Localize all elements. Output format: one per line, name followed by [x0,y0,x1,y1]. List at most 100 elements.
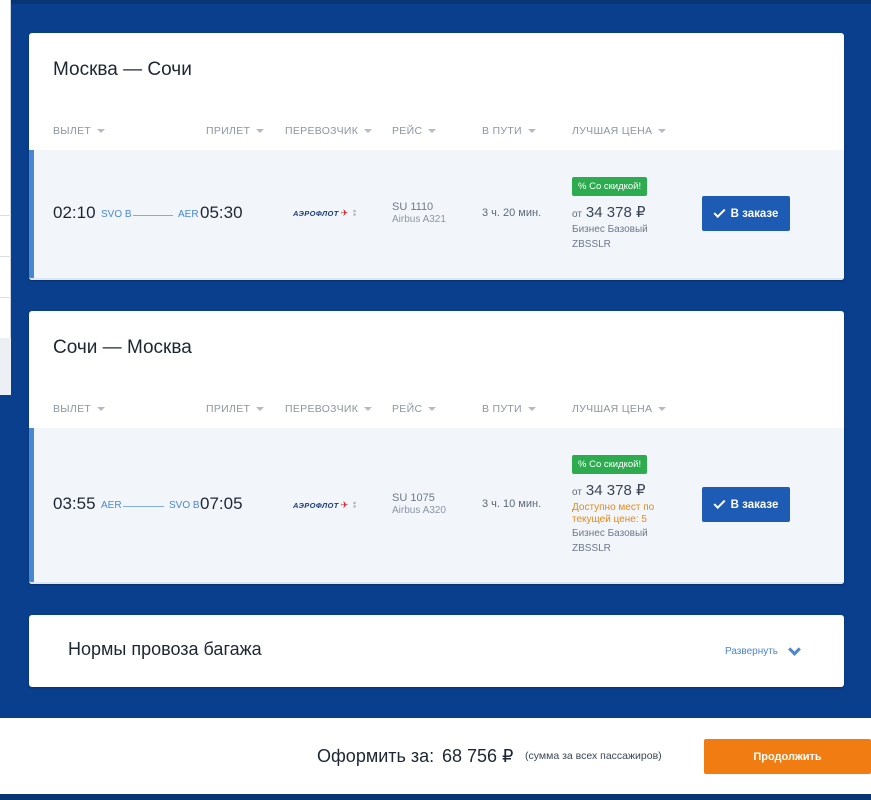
price-prefix: от [572,487,582,498]
arrival-time: 05:30 [200,203,243,222]
caret-down-icon [97,129,106,133]
column-header-label: ЛУЧШАЯ ЦЕНА [572,125,653,137]
aeroflot-logo: АЭРОФЛОТ ✈ ⁑ [293,208,357,219]
column-header-label: В ПУТИ [482,403,522,415]
sort-arrival[interactable]: ПРИЛЕТ [206,403,265,415]
caret-down-icon [428,129,437,133]
departure-time: 02:10 [53,203,96,222]
caret-down-icon [364,129,373,133]
fare-code: ZBSSLR [572,239,611,250]
departure-time: 03:55 [53,494,96,513]
departure-airport: SVO B [101,209,132,220]
flight-duration: 3 ч. 20 мин. [482,207,542,219]
checkout-footer: Оформить за: 68 756 ₽ (сумма за всех пас… [0,718,871,794]
price: от 34 378 ₽ [572,481,646,499]
caret-down-icon [428,407,437,411]
left-sidebar-edge [0,0,11,395]
flight-segment-card: Сочи — Москва ВЫЛЕТ ПРИЛЕТ ПЕРЕВОЗЧИК РЕ… [29,311,844,584]
column-header-label: ВЫЛЕТ [53,403,92,415]
in-order-button-label: В заказе [730,207,779,220]
sort-arrival[interactable]: ПРИЛЕТ [206,125,265,137]
arrival-airport: AER [178,209,199,220]
selected-accent [29,150,34,278]
column-header-label: ПЕРЕВОЗЧИК [285,403,359,415]
check-icon [713,205,726,219]
continue-button[interactable]: Продолжить [704,739,871,774]
seats-available-note: Доступно мест по текущей цене: 5 [572,502,655,525]
column-header-label: В ПУТИ [482,125,522,137]
column-header-label: ВЫЛЕТ [53,125,92,137]
column-header-label: ПРИЛЕТ [206,125,251,137]
discount-badge: % Со скидкой! [572,177,648,196]
wing-icon: ✈ [340,208,349,218]
in-order-button[interactable]: В заказе [702,487,790,522]
arrival-airport: SVO B [169,500,200,511]
in-order-button[interactable]: В заказе [702,196,790,231]
caret-down-icon [527,407,536,411]
column-header-label: РЕЙС [392,125,423,137]
column-header-label: ПРИЛЕТ [206,403,251,415]
skyteam-icon: ⁑ [352,209,358,218]
sort-best-price[interactable]: ЛУЧШАЯ ЦЕНА [572,125,667,137]
flight-number: SU 1075 [392,492,435,504]
caret-down-icon [527,129,536,133]
sort-flight[interactable]: РЕЙС [392,403,437,415]
total-note: (сумма за всех пассажиров) [525,750,662,762]
price-prefix: от [572,209,582,220]
discount-badge: % Со скидкой! [572,455,648,474]
baggage-rules-panel[interactable]: Нормы провоза багажа Развернуть [29,615,844,687]
chevron-down-icon [788,642,801,656]
price-amount: 34 378 ₽ [585,204,646,221]
carrier-logo-text: АЭРОФЛОТ [293,501,339,510]
caret-down-icon [256,129,265,133]
caret-down-icon [256,407,265,411]
arrival-time: 07:05 [200,494,243,513]
column-header-label: ЛУЧШАЯ ЦЕНА [572,403,653,415]
caret-down-icon [658,407,667,411]
sort-flight[interactable]: РЕЙС [392,125,437,137]
sort-carrier[interactable]: ПЕРЕВОЗЧИК [285,403,373,415]
caret-down-icon [364,407,373,411]
route-line [133,215,173,216]
sort-departure[interactable]: ВЫЛЕТ [53,403,106,415]
aircraft-type: Airbus A320 [392,505,446,516]
fare-name: Бизнес Базовый [572,224,648,235]
flight-row[interactable]: 03:55 AER SVO B 07:05 АЭРОФЛОТ ✈ ⁑ SU 1075… [29,428,844,584]
sidebar-gray-block [0,338,11,395]
total-label: Оформить за: [317,746,435,766]
top-border [0,0,871,4]
aeroflot-logo: АЭРОФЛОТ ✈ ⁑ [293,500,357,511]
column-header-label: ПЕРЕВОЗЧИК [285,125,359,137]
price-amount: 34 378 ₽ [585,482,646,499]
flight-duration: 3 ч. 10 мин. [482,498,542,510]
price: от 34 378 ₽ [572,203,646,221]
divider [0,215,11,216]
divider [0,297,11,298]
caret-down-icon [658,129,667,133]
in-order-button-label: В заказе [730,498,779,511]
column-header-label: РЕЙС [392,403,423,415]
fare-code: ZBSSLR [572,543,611,554]
skyteam-icon: ⁑ [352,501,358,510]
expand-label: Развернуть [725,646,779,657]
route-line [123,506,164,507]
selected-accent [29,428,34,582]
divider [0,256,11,257]
sort-best-price[interactable]: ЛУЧШАЯ ЦЕНА [572,403,667,415]
total-amount: 68 756 ₽ [442,746,514,766]
flight-row[interactable]: 02:10 SVO B AER 05:30 АЭРОФЛОТ ✈ ⁑ SU 1110… [29,150,844,280]
bottom-border [0,794,871,800]
carrier-logo-text: АЭРОФЛОТ [293,209,339,218]
sort-duration[interactable]: В ПУТИ [482,125,536,137]
sort-duration[interactable]: В ПУТИ [482,403,536,415]
segment-title: Сочи — Москва [53,337,192,358]
flight-number: SU 1110 [392,201,434,213]
baggage-title: Нормы провоза багажа [68,639,262,659]
sort-carrier[interactable]: ПЕРЕВОЗЧИК [285,125,373,137]
fare-name: Бизнес Базовый [572,528,648,539]
sort-departure[interactable]: ВЫЛЕТ [53,125,106,137]
expand-baggage-link[interactable]: Развернуть [725,642,801,657]
flight-segment-card: Москва — Сочи ВЫЛЕТ ПРИЛЕТ ПЕРЕВОЗЧИК РЕ… [29,33,844,280]
aircraft-type: Airbus A321 [392,214,446,225]
segment-title: Москва — Сочи [53,59,192,80]
